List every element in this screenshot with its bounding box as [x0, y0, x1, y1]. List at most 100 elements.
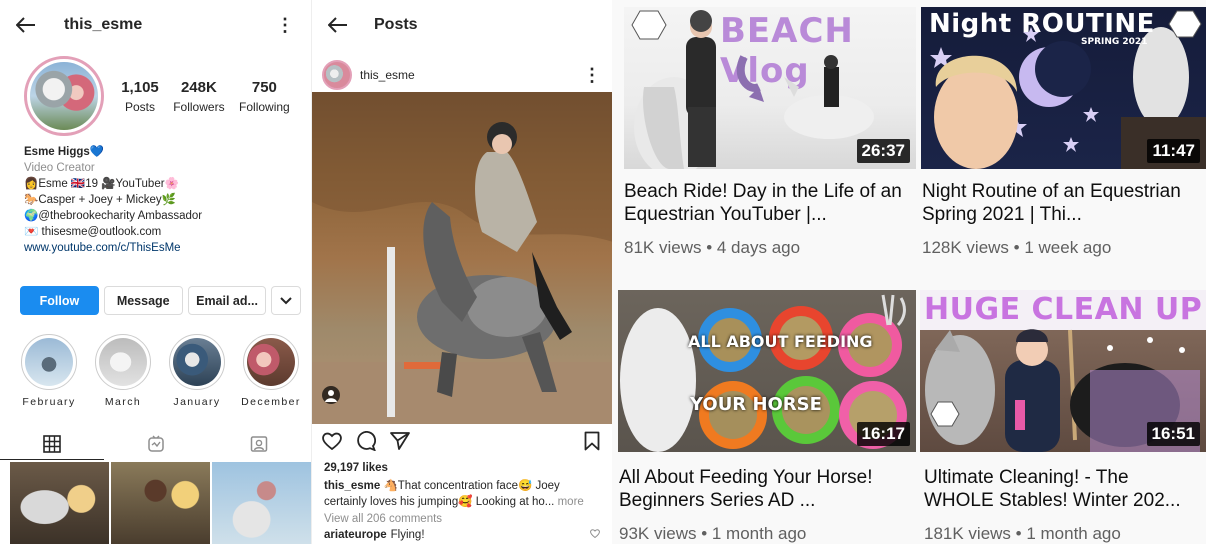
highlight-label: December — [241, 396, 301, 408]
thumbnail-title-text: HUGE CLEAN UP — [924, 292, 1203, 327]
thumbnail-title-text: ALL ABOUT FEEDING — [688, 332, 873, 351]
caption-more-link[interactable]: more — [558, 496, 584, 508]
highlight-january[interactable]: January — [166, 334, 228, 408]
stat-number: 248K — [180, 78, 217, 96]
share-send-icon[interactable] — [390, 431, 410, 455]
bio-line: 🐎Casper + Joey + Mickey🌿 — [24, 194, 176, 206]
bookmark-icon[interactable] — [584, 431, 600, 456]
highlight-december[interactable]: December — [240, 334, 302, 408]
reels-icon — [147, 435, 164, 452]
video-meta: 93K views • 1 month ago — [619, 524, 807, 543]
thumbnail-title-text-2: YOUR HORSE — [690, 394, 822, 415]
thumbnail-subtitle-text: SPRING 2021 — [1081, 37, 1148, 47]
comment-icon[interactable] — [356, 430, 377, 456]
video-thumbnail[interactable]: ALL ABOUT FEEDING YOUR HORSE 16:17 — [618, 290, 916, 452]
video-title[interactable]: Night Routine of an Equestrian Spring 20… — [922, 180, 1194, 226]
bio-line: 🌍@thebrookecharity Ambassador — [24, 210, 203, 222]
stat-following[interactable]: 750 Following — [239, 79, 290, 114]
video-meta: 181K views • 1 month ago — [924, 524, 1121, 543]
post-image[interactable] — [312, 92, 612, 424]
video-duration: 16:51 — [1146, 422, 1200, 446]
video-title[interactable]: Ultimate Cleaning! - The WHOLE Stables! … — [924, 466, 1196, 512]
post-options-icon[interactable]: ⋮ — [582, 66, 602, 84]
video-thumbnail[interactable]: Night ROUTINE SPRING 2021 11:47 — [921, 7, 1206, 169]
post-topbar: Posts — [312, 0, 612, 50]
video-meta: 81K views • 4 days ago — [624, 238, 801, 257]
heart-icon: 💙 — [89, 146, 105, 158]
tab-tagged[interactable] — [207, 428, 311, 460]
highlight-label: March — [104, 396, 142, 408]
profile-bio: Esme Higgs💙 Video Creator 👩Esme 🇬🇧19 🎥Yo… — [0, 136, 311, 264]
bio-name: Esme Higgs — [24, 146, 90, 158]
video-duration: 16:17 — [856, 422, 910, 446]
grid-thumbnail[interactable] — [10, 462, 109, 544]
suggested-chevron-button[interactable] — [271, 286, 302, 315]
video-card[interactable]: HUGE CLEAN UP 16:51 Ultimate Cleaning! -… — [920, 282, 1206, 544]
follow-button[interactable]: Follow — [20, 286, 99, 315]
post-caption: this_esme 🐴That concentration face😅 Joey… — [324, 478, 600, 510]
profile-username: this_esme — [64, 16, 143, 33]
horse-jumping-photo — [312, 92, 612, 424]
post-author-username[interactable]: this_esme — [360, 68, 582, 82]
stat-number: 750 — [251, 78, 277, 96]
back-arrow-icon[interactable] — [16, 14, 38, 36]
chevron-down-icon — [280, 296, 292, 304]
grid-thumbnail[interactable] — [212, 462, 311, 544]
stat-label: Followers — [173, 99, 225, 114]
caption-username[interactable]: this_esme — [324, 480, 380, 492]
profile-stats: 1,105 Posts 248K Followers 750 Following — [114, 79, 297, 114]
profile-action-buttons: Follow Message Email ad... — [20, 286, 302, 315]
video-card[interactable]: Night ROUTINE SPRING 2021 11:47 Night Ro… — [921, 0, 1206, 280]
video-thumbnail[interactable]: BEACH Vlog 26:37 — [624, 7, 916, 169]
likes-count[interactable]: 29,197 likes — [324, 462, 388, 474]
email-button[interactable]: Email ad... — [187, 286, 267, 315]
profile-avatar[interactable] — [24, 56, 104, 136]
post-header: this_esme ⋮ — [312, 55, 612, 95]
tagged-person-icon — [250, 436, 268, 452]
video-duration: 26:37 — [856, 139, 910, 163]
stat-posts[interactable]: 1,105 Posts — [121, 79, 159, 114]
like-heart-icon[interactable] — [322, 432, 342, 455]
stat-label: Following — [239, 99, 290, 114]
bio-category: Video Creator — [24, 162, 95, 174]
video-thumbnail[interactable]: HUGE CLEAN UP 16:51 — [920, 290, 1206, 452]
post-author-avatar[interactable] — [322, 60, 352, 90]
more-options-icon[interactable]: ⋮ — [275, 16, 295, 34]
video-meta: 128K views • 1 week ago — [922, 238, 1112, 257]
highlight-label: February — [22, 396, 76, 408]
highlight-february[interactable]: February — [18, 334, 80, 408]
bio-line: 💌 thisesme@outlook.com — [24, 226, 162, 238]
stat-number: 1,105 — [121, 78, 159, 96]
youtube-video-grid: BEACH Vlog 26:37 Beach Ride! Day in the … — [612, 0, 1206, 544]
back-arrow-icon[interactable] — [328, 14, 350, 36]
highlight-march[interactable]: March — [92, 334, 154, 408]
video-title[interactable]: Beach Ride! Day in the Life of an Equest… — [624, 180, 904, 226]
message-button[interactable]: Message — [103, 286, 183, 315]
comment-text: Flying! — [390, 529, 425, 541]
video-card[interactable]: BEACH Vlog 26:37 Beach Ride! Day in the … — [624, 0, 916, 280]
comment-username[interactable]: ariateurope — [324, 529, 387, 541]
stat-followers[interactable]: 248K Followers — [173, 79, 224, 114]
tab-grid[interactable] — [0, 428, 104, 460]
post-grid — [10, 462, 311, 544]
post-actions — [322, 430, 600, 456]
post-page-title: Posts — [374, 16, 418, 33]
comment-like-heart-icon[interactable] — [590, 529, 600, 541]
bio-line: 👩Esme 🇬🇧19 🎥YouTuber🌸 — [24, 178, 179, 190]
highlight-label: January — [173, 396, 221, 408]
bio-link[interactable]: www.youtube.com/c/ThisEsMe — [24, 240, 287, 256]
grid-thumbnail[interactable] — [111, 462, 210, 544]
video-card[interactable]: ALL ABOUT FEEDING YOUR HORSE 16:17 All A… — [618, 282, 916, 544]
profile-header: 1,105 Posts 248K Followers 750 Following — [0, 50, 311, 136]
story-highlights: February March January December — [18, 334, 311, 408]
top-comment: ariateurope Flying! — [324, 529, 600, 541]
instagram-post-panel: Posts this_esme ⋮ 29,197 likes this_esme… — [311, 0, 612, 544]
video-duration: 11:47 — [1147, 139, 1200, 163]
tab-reels[interactable] — [104, 428, 208, 460]
instagram-profile-panel: this_esme ⋮ 1,105 Posts 248K Followers 7… — [0, 0, 311, 544]
profile-tabs — [0, 428, 311, 460]
thumbnail-title-text: Night ROUTINE — [929, 9, 1155, 39]
profile-topbar: this_esme ⋮ — [0, 0, 311, 50]
view-all-comments-link[interactable]: View all 206 comments — [324, 513, 442, 525]
video-title[interactable]: All About Feeding Your Horse! Beginners … — [619, 466, 909, 512]
